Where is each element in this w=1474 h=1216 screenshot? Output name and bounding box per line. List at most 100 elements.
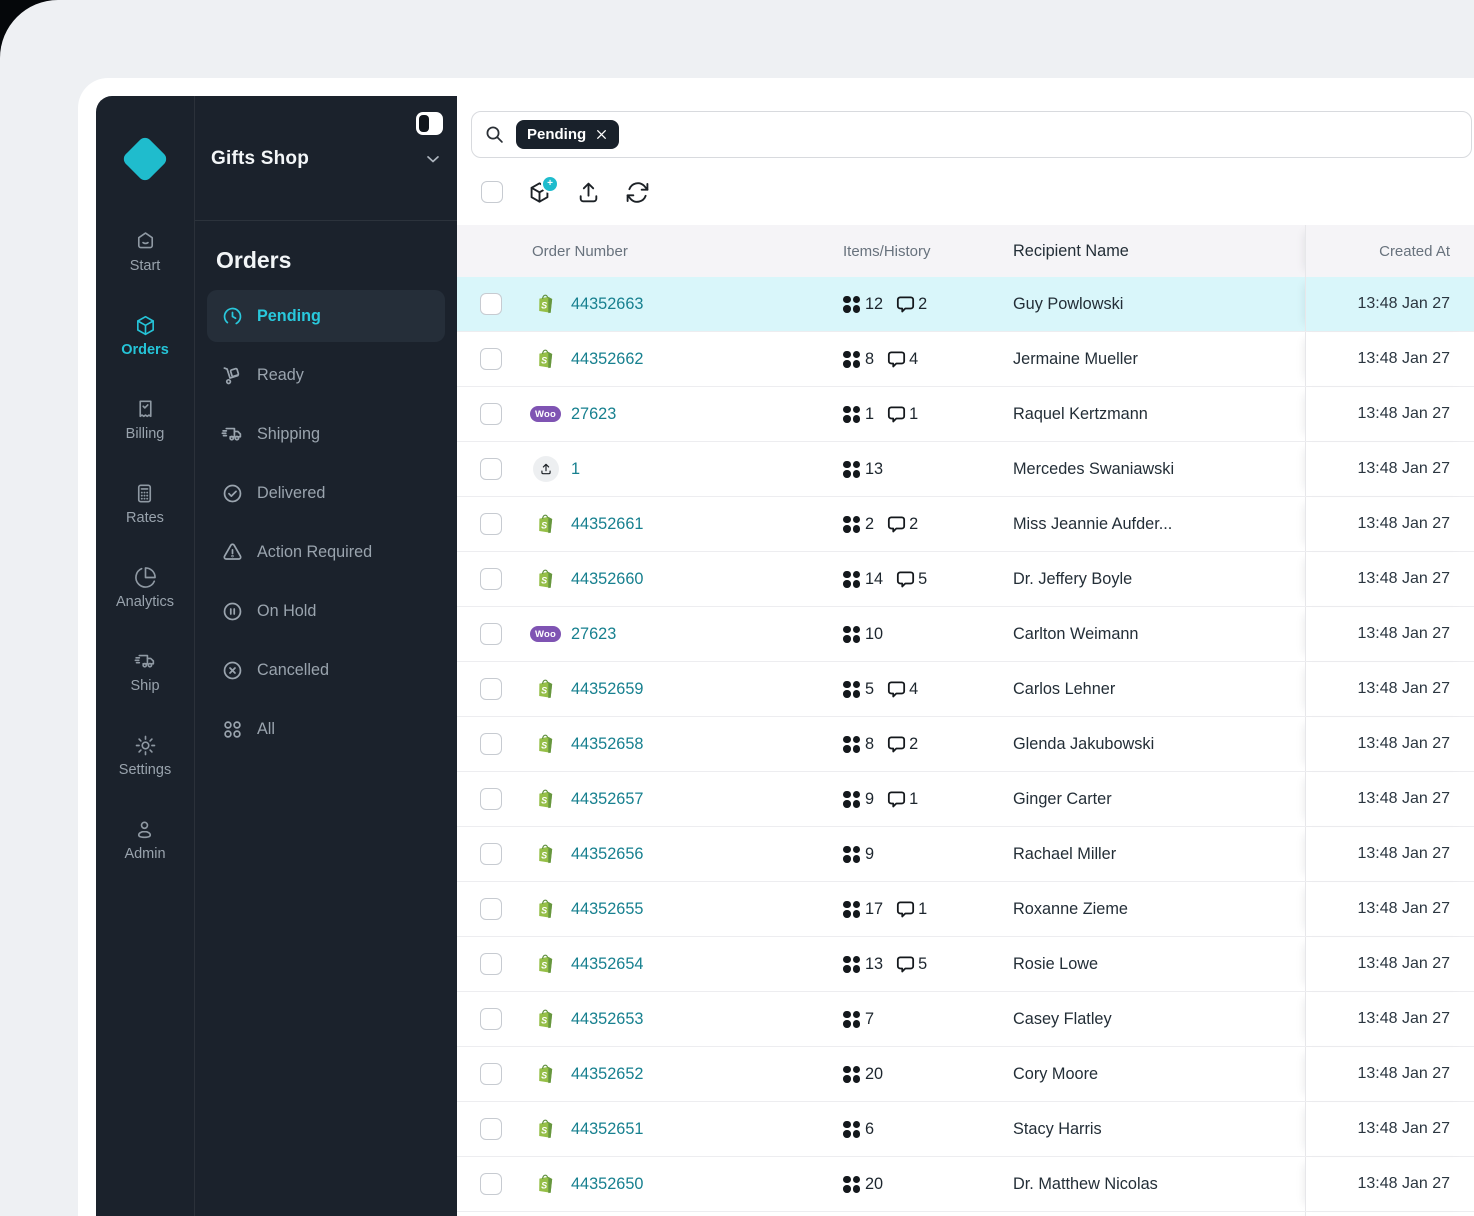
header-order-number[interactable]: Order Number — [513, 243, 843, 260]
order-number-cell: 1 — [513, 456, 843, 483]
row-checkbox[interactable] — [480, 788, 502, 810]
row-checkbox-cell — [457, 513, 513, 535]
header-recipient-name[interactable]: Recipient Name — [1013, 242, 1305, 261]
order-number-link[interactable]: 44352661 — [571, 515, 643, 534]
row-checkbox[interactable] — [480, 513, 502, 535]
order-number-link[interactable]: 1 — [571, 460, 580, 479]
sidebar-item-delivered[interactable]: Delivered — [207, 467, 445, 519]
rail-item-billing[interactable]: Billing — [126, 398, 164, 442]
table-row[interactable]: S 44352663 12 2 Guy Powlowski 13:48 Jan … — [457, 277, 1474, 332]
table-row[interactable]: S 44352656 9 Rachael Miller 13:48 Jan 27 — [457, 827, 1474, 882]
select-all-checkbox[interactable] — [481, 181, 503, 203]
table-row[interactable]: S 44352654 13 5 Rosie Lowe 13:48 Jan 27 — [457, 937, 1474, 992]
order-number-link[interactable]: 44352655 — [571, 900, 643, 919]
row-checkbox[interactable] — [480, 733, 502, 755]
table-row[interactable]: S 44352659 5 4 Carlos Lehner 13:48 Jan 2… — [457, 662, 1474, 717]
table-row[interactable]: S 44352658 8 2 Glenda Jakubowski 13:48 J… — [457, 717, 1474, 772]
recipient-name: Stacy Harris — [1013, 1119, 1102, 1138]
sidebar-item-pending[interactable]: Pending — [207, 290, 445, 342]
recipient-name: Casey Flatley — [1013, 1009, 1112, 1028]
order-number-link[interactable]: 44352660 — [571, 570, 643, 589]
app-card: Start Orders Billing Rates Analytics Shi… — [78, 78, 1474, 1216]
order-number-link[interactable]: 44352658 — [571, 735, 643, 754]
row-checkbox[interactable] — [480, 568, 502, 590]
main-content: Pending + Order Number Items/History Rec… — [457, 96, 1474, 1216]
table-row[interactable]: S 44352657 9 1 Ginger Carter 13:48 Jan 2… — [457, 772, 1474, 827]
table-row[interactable]: Woo 27623 10 Carlton Weimann 13:48 Jan 2… — [457, 607, 1474, 662]
order-number-link[interactable]: 44352657 — [571, 790, 643, 809]
rail-item-analytics[interactable]: Analytics — [116, 566, 174, 610]
rail-item-ship[interactable]: Ship — [130, 650, 160, 694]
order-number-link[interactable]: 44352656 — [571, 845, 643, 864]
order-number-link[interactable]: 44352654 — [571, 955, 643, 974]
table-row[interactable]: S 44352650 20 Dr. Matthew Nicolas 13:48 … — [457, 1157, 1474, 1212]
row-checkbox[interactable] — [480, 348, 502, 370]
row-checkbox[interactable] — [480, 458, 502, 480]
order-number-link[interactable]: 44352659 — [571, 680, 643, 699]
table-row[interactable]: S 44352652 20 Cory Moore 13:48 Jan 27 — [457, 1047, 1474, 1102]
header-items-history[interactable]: Items/History — [843, 243, 1013, 260]
items-icon — [843, 1065, 860, 1083]
shop-selector[interactable]: Gifts Shop — [211, 142, 443, 176]
order-number-link[interactable]: 44352662 — [571, 350, 643, 369]
table-row[interactable]: S 44352660 14 5 Dr. Jeffery Boyle 13:48 … — [457, 552, 1474, 607]
row-checkbox[interactable] — [480, 403, 502, 425]
table-row[interactable]: 1 13 Mercedes Swaniawski 13:48 Jan 27 — [457, 442, 1474, 497]
sidebar-item-action-required[interactable]: Action Required — [207, 526, 445, 578]
row-checkbox[interactable] — [480, 1118, 502, 1140]
row-checkbox[interactable] — [480, 623, 502, 645]
order-number-link[interactable]: 44352663 — [571, 295, 643, 314]
order-number-link[interactable]: 44352653 — [571, 1010, 643, 1029]
rail-item-rates[interactable]: Rates — [126, 482, 164, 526]
refresh-button[interactable] — [625, 180, 650, 205]
recipient-name: Rachael Miller — [1013, 844, 1117, 863]
messages-group: 5 — [895, 569, 927, 590]
rail-item-settings[interactable]: Settings — [119, 734, 171, 778]
table-row[interactable]: S 44352651 6 Stacy Harris 13:48 Jan 27 — [457, 1102, 1474, 1157]
close-icon[interactable] — [595, 128, 608, 141]
truck-icon — [134, 654, 154, 668]
row-checkbox[interactable] — [480, 843, 502, 865]
create-order-button[interactable]: + — [527, 174, 559, 205]
table-row[interactable]: S 44352662 8 4 Jermaine Mueller 13:48 Ja… — [457, 332, 1474, 387]
row-checkbox[interactable] — [480, 293, 502, 315]
collapse-sidebar-icon[interactable] — [416, 112, 443, 135]
search-input[interactable]: Pending — [471, 111, 1472, 158]
row-checkbox[interactable] — [480, 678, 502, 700]
order-number-link[interactable]: 44352651 — [571, 1120, 643, 1139]
sidebar-item-ready[interactable]: Ready — [207, 349, 445, 401]
sidebar-item-on-hold[interactable]: On Hold — [207, 585, 445, 637]
pause-circle-icon — [223, 602, 242, 620]
row-checkbox[interactable] — [480, 953, 502, 975]
rail-item-admin[interactable]: Admin — [124, 818, 166, 862]
table-row[interactable]: S 44352655 17 1 Roxanne Zieme 13:48 Jan … — [457, 882, 1474, 937]
row-checkbox-cell — [457, 623, 513, 645]
row-checkbox[interactable] — [480, 1173, 502, 1195]
rail-item-orders[interactable]: Orders — [121, 314, 169, 358]
export-button[interactable] — [576, 180, 601, 205]
header-created-at[interactable]: Created At — [1305, 225, 1474, 277]
items-icon — [843, 570, 860, 588]
order-number-link[interactable]: 44352652 — [571, 1065, 643, 1084]
table-row[interactable]: S 44352661 2 2 Miss Jeannie Aufder... 13… — [457, 497, 1474, 552]
messages-group: 2 — [886, 734, 918, 755]
table-row[interactable]: Woo 27623 1 1 Raquel Kertzmann 13:48 Jan… — [457, 387, 1474, 442]
row-checkbox[interactable] — [480, 898, 502, 920]
order-number-cell: S 44352650 — [513, 1171, 843, 1198]
sidebar-item-all[interactable]: All — [207, 703, 445, 755]
order-number-link[interactable]: 27623 — [571, 405, 616, 424]
messages-count: 1 — [909, 789, 919, 808]
order-number-link[interactable]: 44352650 — [571, 1175, 643, 1194]
table-row[interactable]: S 44352649 14 4 Kim Dickens 13:48 Jan 27 — [457, 1212, 1474, 1216]
table-row[interactable]: S 44352653 7 Casey Flatley 13:48 Jan 27 — [457, 992, 1474, 1047]
filter-chip-pending[interactable]: Pending — [516, 120, 620, 149]
sidebar-item-cancelled[interactable]: Cancelled — [207, 644, 445, 696]
items-history-cell: 7 — [843, 1010, 1013, 1029]
items-icon — [843, 735, 860, 753]
order-number-cell: S 44352653 — [513, 1006, 843, 1033]
row-checkbox[interactable] — [480, 1063, 502, 1085]
row-checkbox[interactable] — [480, 1008, 502, 1030]
order-number-link[interactable]: 27623 — [571, 625, 616, 644]
sidebar-item-shipping[interactable]: Shipping — [207, 408, 445, 460]
rail-item-start[interactable]: Start — [130, 230, 160, 274]
